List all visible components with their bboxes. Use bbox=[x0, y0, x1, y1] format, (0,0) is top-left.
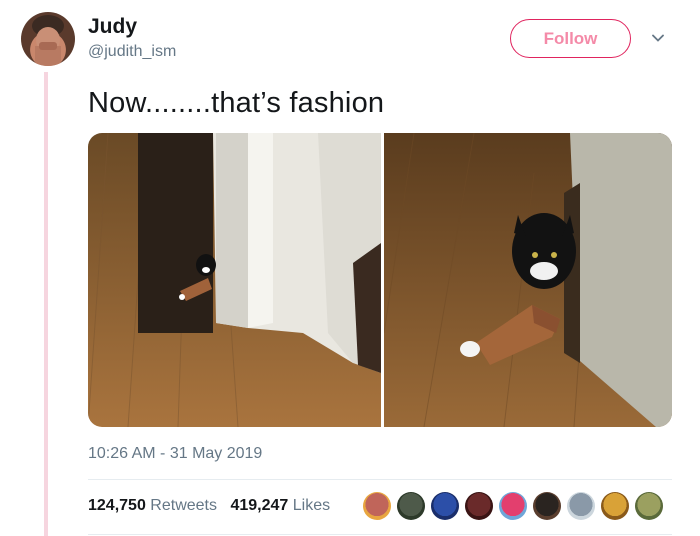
liker-avatar[interactable] bbox=[363, 492, 391, 520]
user-handle[interactable]: @judith_ism bbox=[88, 42, 176, 62]
likes-count: 419,247 bbox=[230, 497, 289, 514]
liker-avatar[interactable] bbox=[533, 492, 561, 520]
tweet-media[interactable] bbox=[88, 133, 672, 427]
retweets-label: Retweets bbox=[150, 497, 217, 514]
follow-button[interactable]: Follow bbox=[510, 19, 631, 58]
retweets-stat[interactable]: 124,750 Retweets bbox=[88, 497, 217, 514]
liker-avatar[interactable] bbox=[397, 492, 425, 520]
chevron-down-icon[interactable] bbox=[652, 32, 664, 44]
liker-avatar[interactable] bbox=[465, 492, 493, 520]
liker-avatar[interactable] bbox=[499, 492, 527, 520]
tweet-timestamp[interactable]: 10:26 AM - 31 May 2019 bbox=[88, 444, 262, 464]
photo-right[interactable] bbox=[384, 133, 672, 427]
liker-avatar[interactable] bbox=[635, 492, 663, 520]
likes-label: Likes bbox=[292, 497, 331, 514]
tweet-stats: 124,750 Retweets 419,247 Likes bbox=[88, 496, 339, 516]
liker-avatar[interactable] bbox=[567, 492, 595, 520]
avatar[interactable] bbox=[21, 12, 75, 66]
liker-avatar[interactable] bbox=[431, 492, 459, 520]
user-name[interactable]: Judy bbox=[88, 14, 137, 40]
thread-line bbox=[44, 72, 48, 536]
liker-avatar[interactable] bbox=[601, 492, 629, 520]
likes-stat[interactable]: 419,247 Likes bbox=[230, 497, 330, 514]
tweet-text: Now........that’s fashion bbox=[88, 87, 385, 119]
retweets-count: 124,750 bbox=[88, 497, 146, 514]
divider bbox=[88, 479, 672, 480]
avatar-portrait-icon bbox=[32, 15, 64, 66]
photo-left[interactable] bbox=[88, 133, 381, 427]
divider bbox=[88, 534, 672, 535]
